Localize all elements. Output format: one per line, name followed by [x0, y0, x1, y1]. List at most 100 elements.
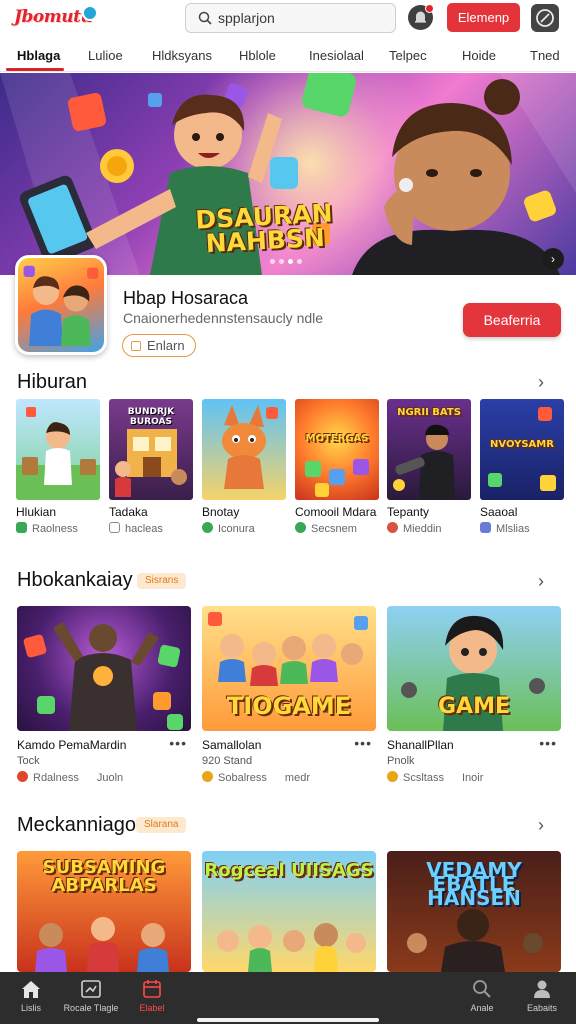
game-card-meta-secondary: Juoln — [96, 772, 124, 784]
game-card-meta-label: Raolness — [32, 523, 78, 535]
game-card-subtitle: Pnolk — [387, 755, 415, 767]
tab-0[interactable]: Hblaga — [17, 48, 60, 63]
game-card-large[interactable]: VEDAMY EBATLE HANSEN — [387, 851, 561, 972]
tab-1[interactable]: Lulioe — [88, 48, 123, 63]
game-card[interactable]: Hlukian Raolness — [16, 399, 100, 535]
section-title: Hiburan — [17, 371, 88, 393]
category-tabs: Hblaga Lulioe Hldksyans Hblole Inesiolaa… — [0, 42, 576, 72]
flame-icon — [387, 522, 398, 533]
featured-app-icon[interactable] — [15, 255, 107, 355]
game-card-subtitle: Tock — [17, 755, 40, 767]
hero-title-line-2: NAHBSN — [204, 222, 326, 259]
game-card-meta-secondary: medr — [284, 772, 310, 784]
featured-app: Hbap Hosaraca Cnaionerhedennstensaucly n… — [0, 255, 576, 365]
leaf-icon — [202, 522, 213, 533]
game-card[interactable]: BUNDRJK BUROAS Tadaka hacleas — [109, 399, 193, 535]
bottom-navigation: Lislis Rocale Tlagle Elabel Anale Eabait… — [0, 972, 576, 1024]
game-card-artwork — [222, 405, 278, 489]
game-card-art-text: BUNDRJK BUROAS — [127, 407, 175, 427]
featured-app-tag[interactable]: Enlarn — [122, 334, 196, 357]
notification-dot — [425, 4, 434, 13]
featured-app-description: Cnaionerhedennstensaucly ndle — [123, 310, 324, 326]
game-card-large[interactable]: Rogceal UIISAGS — [202, 851, 376, 972]
gamepad-icon — [81, 980, 101, 998]
tab-5[interactable]: Telpec — [389, 48, 427, 63]
game-card-art-text: NGRII BATS — [397, 407, 461, 418]
game-card-thumbnail: NVOYSAMR — [480, 399, 564, 500]
game-card-title: Hlukian — [16, 505, 57, 519]
nav-item-events[interactable]: Elabel — [117, 978, 187, 1013]
heart-icon — [17, 771, 28, 782]
game-card-thumbnail: BUNDRJK BUROAS — [109, 399, 193, 500]
compass-icon — [536, 9, 554, 27]
check-icon — [295, 522, 306, 533]
active-tab-indicator — [6, 68, 64, 71]
header-action-button[interactable]: Elemenp — [447, 3, 520, 32]
tab-6[interactable]: Hoide — [462, 48, 496, 63]
hero-banner[interactable]: DSAURAN NAHBSN — [0, 73, 576, 275]
more-options-icon[interactable]: ••• — [169, 735, 187, 751]
section-badge: Sisrans — [137, 573, 187, 589]
game-card-meta: Rdalness Juoln — [17, 771, 191, 784]
game-card[interactable]: Bnotay Iconura — [202, 399, 286, 535]
game-card-title-text: Samallolan — [202, 738, 262, 752]
featured-app-button[interactable]: Beaferria — [463, 303, 561, 337]
game-card-title: Bnotay — [202, 505, 240, 519]
notification-button[interactable] — [408, 4, 434, 30]
app-logo[interactable]: Jbomutu — [14, 5, 98, 31]
top-bar: Jbomutu Elemenp — [0, 0, 576, 38]
nav-item-profile[interactable]: Eabaits — [507, 978, 576, 1013]
game-card-thumbnail: MOTERGAS — [295, 399, 379, 500]
game-card-meta: Scsltass Inoir — [387, 771, 561, 784]
featured-app-name: Hbap Hosaraca — [123, 288, 249, 308]
game-card-art-text: MOTERGAS — [305, 433, 369, 444]
settings-button[interactable] — [531, 4, 559, 32]
more-options-icon[interactable]: ••• — [539, 735, 557, 751]
section-title: Meckanniago — [17, 814, 136, 836]
tab-3[interactable]: Hblole — [239, 48, 276, 63]
hero-title: DSAURAN NAHBSN — [195, 198, 334, 259]
tab-4[interactable]: Inesiolaal — [309, 48, 364, 63]
game-card-large[interactable]: Kamdo PemaMardin ••• Tock Rdalness Juoln — [17, 606, 191, 784]
nav-label: Elabel — [139, 1003, 165, 1013]
nav-item-games[interactable]: Rocale Tlagle — [56, 978, 126, 1013]
game-card-meta: Mlslias — [480, 522, 564, 535]
tab-7[interactable]: Tned — [530, 48, 560, 63]
game-card-meta: Sobalress medr — [202, 771, 376, 784]
game-card-large[interactable]: SUBSAMING ABPARLAS — [17, 851, 191, 972]
controller-icon — [16, 522, 27, 533]
featured-app-artwork — [23, 265, 99, 347]
game-card-thumbnail: TIOGAME — [202, 606, 376, 731]
game-card-subtitle: 920 Stand — [202, 755, 253, 767]
section-more-arrow[interactable]: › — [538, 373, 552, 391]
nav-label: Eabaits — [526, 1003, 558, 1013]
section-more-arrow[interactable]: › — [538, 816, 552, 834]
game-card-art-text: TIOGAME — [226, 692, 352, 720]
game-card-art-text: Rogceal UIISAGS — [204, 860, 374, 881]
logo-badge-icon — [82, 5, 98, 21]
game-card-artwork — [16, 407, 100, 500]
game-card-large[interactable]: TIOGAME Samallolan ••• 920 Stand Sobalres… — [202, 606, 376, 784]
game-card[interactable]: NGRII BATS Tepanty Mieddin — [387, 399, 471, 535]
search-input[interactable] — [218, 4, 388, 32]
nav-label: Rocale Tlagle — [63, 1003, 119, 1013]
section-badge: Slarana — [136, 817, 187, 833]
tab-2[interactable]: Hldksyans — [152, 48, 212, 63]
game-card[interactable]: NVOYSAMR Saaoal Mlslias — [480, 399, 564, 535]
game-card-meta: Mieddin — [387, 522, 471, 535]
search-icon — [198, 11, 212, 25]
featured-app-tag-label: Enlarn — [147, 338, 185, 353]
game-card-title: Saaoal — [480, 505, 518, 519]
more-options-icon[interactable]: ••• — [354, 735, 372, 751]
section-more-arrow[interactable]: › — [538, 572, 552, 590]
game-card-meta-label: hacleas — [125, 523, 163, 535]
game-card-large[interactable]: GAME ShanallPllan ••• Pnolk Scsltass Inoir — [387, 606, 561, 784]
game-card-title: Tepanty — [387, 505, 430, 519]
game-card[interactable]: MOTERGAS Comooil Mdara Secsnem — [295, 399, 379, 535]
game-card-meta-label: Sobalress — [218, 772, 267, 784]
home-icon — [22, 981, 40, 998]
square-icon — [109, 522, 120, 533]
game-card-thumbnail — [202, 399, 286, 500]
search-bar[interactable] — [185, 3, 396, 33]
game-card-art-text: VEDAMY EBATLE HANSEN — [426, 858, 522, 910]
